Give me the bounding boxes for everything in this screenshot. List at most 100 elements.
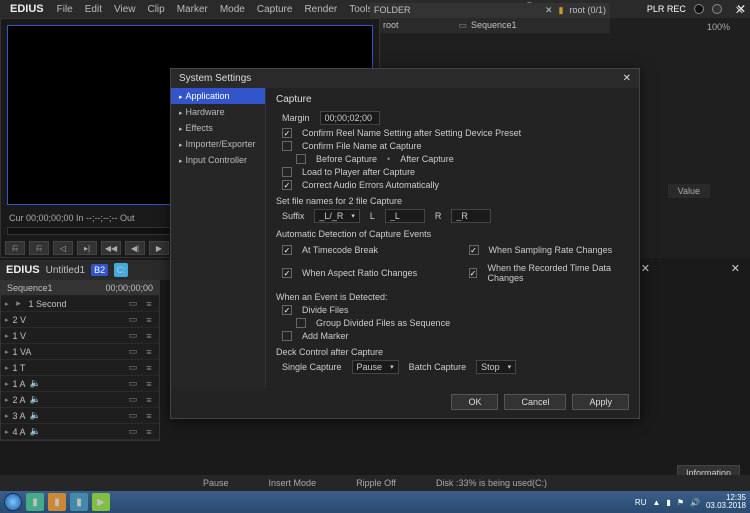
- chk-aspect[interactable]: [282, 268, 292, 278]
- chk-add-marker[interactable]: [282, 331, 292, 341]
- taskbar-app1-icon[interactable]: ▮: [48, 493, 66, 511]
- mark-in-icon[interactable]: ◁: [53, 241, 73, 255]
- track-row[interactable]: ▸1 VA▭≡: [1, 344, 159, 360]
- track-lock-icon[interactable]: ≡: [143, 363, 155, 373]
- track-label: 2 V: [13, 315, 27, 325]
- taskbar-edius-icon[interactable]: ▶: [92, 493, 110, 511]
- track-lock-icon[interactable]: ≡: [143, 379, 155, 389]
- track-mute-icon[interactable]: ▭: [127, 330, 139, 341]
- taskbar-explorer-icon[interactable]: ▮: [26, 493, 44, 511]
- single-capture-select[interactable]: Pause: [352, 360, 399, 374]
- margin-input[interactable]: [320, 111, 380, 125]
- language-indicator[interactable]: RU: [635, 498, 647, 507]
- prev-frame-icon[interactable]: ◀|: [125, 241, 145, 255]
- folder-close-icon[interactable]: ✕: [545, 5, 553, 16]
- taskbar-app2-icon[interactable]: ▮: [70, 493, 88, 511]
- track-row[interactable]: ▸1 A🔈▭≡: [1, 376, 159, 392]
- cancel-button[interactable]: Cancel: [504, 394, 566, 410]
- track-row[interactable]: ▸3 A🔈▭≡: [1, 408, 159, 424]
- edit-action1-icon[interactable]: ⎌: [5, 241, 25, 255]
- chk-sampling[interactable]: [469, 245, 479, 255]
- chk-audio-errors[interactable]: [282, 180, 292, 190]
- track-mute-icon[interactable]: ▭: [127, 378, 139, 389]
- bin-close-icon[interactable]: ✕: [735, 4, 744, 17]
- windows-taskbar: ▮ ▮ ▮ ▶ RU ▲ ▮ ⚑ 🔊 12:35 03.03.2018: [0, 491, 750, 513]
- play-icon[interactable]: ▶: [149, 241, 169, 255]
- ok-button[interactable]: OK: [451, 394, 498, 410]
- menu-edit[interactable]: Edit: [80, 4, 107, 15]
- track-mute-icon[interactable]: ▭: [127, 346, 139, 357]
- menu-render[interactable]: Render: [299, 4, 342, 15]
- tray-flag-icon[interactable]: ▲: [652, 498, 660, 507]
- step-back-icon[interactable]: ▸|: [77, 241, 97, 255]
- track-lock-icon[interactable]: ≡: [143, 411, 155, 421]
- dialog-close-icon[interactable]: ✕: [623, 73, 631, 84]
- track-mute-icon[interactable]: ▭: [127, 426, 139, 437]
- system-clock[interactable]: 12:35 03.03.2018: [706, 494, 746, 510]
- l-suffix-input[interactable]: [385, 209, 425, 223]
- record-indicator-icon[interactable]: [694, 4, 704, 14]
- b2-badge[interactable]: B2: [91, 264, 108, 276]
- track-lock-icon[interactable]: ≡: [143, 315, 155, 325]
- chk-group-divided[interactable]: [296, 318, 306, 328]
- tray-action-center-icon[interactable]: ▮: [666, 498, 670, 507]
- track-speaker-icon[interactable]: 🔈: [30, 426, 42, 437]
- chk-divide-files[interactable]: [282, 305, 292, 315]
- chk-recorded[interactable]: [469, 268, 478, 278]
- track-row[interactable]: ▸▸1 Second▭≡: [1, 296, 159, 312]
- suffix-label: Suffix: [282, 211, 304, 221]
- zoom-percent[interactable]: 100%: [707, 22, 730, 32]
- record-indicator2-icon[interactable]: [712, 4, 722, 14]
- track-lock-icon[interactable]: ≡: [143, 427, 155, 437]
- nav-hardware[interactable]: ▸Hardware: [171, 104, 265, 120]
- c-toggle-icon[interactable]: C:: [114, 263, 128, 277]
- radio-before-capture[interactable]: [296, 154, 306, 164]
- chk-tcbreak[interactable]: [282, 245, 292, 255]
- menu-view[interactable]: View: [109, 4, 141, 15]
- edit-action2-icon[interactable]: ⎌: [29, 241, 49, 255]
- track-mute-icon[interactable]: ▭: [127, 394, 139, 405]
- chk-reel-name[interactable]: [282, 128, 292, 138]
- track-lock-icon[interactable]: ≡: [143, 347, 155, 357]
- nav-application[interactable]: ▸Application: [171, 88, 265, 104]
- tray-network-icon[interactable]: ⚑: [677, 498, 684, 507]
- rewind-icon[interactable]: ◀◀: [101, 241, 121, 255]
- chk-load-player[interactable]: [282, 167, 292, 177]
- track-mute-icon[interactable]: ▭: [127, 314, 139, 325]
- menu-marker[interactable]: Marker: [172, 4, 213, 15]
- timeline-close-icon[interactable]: ✕: [641, 262, 650, 275]
- menu-capture[interactable]: Capture: [252, 4, 298, 15]
- track-speaker-icon[interactable]: 🔈: [30, 378, 42, 389]
- panel-close-icon[interactable]: ✕: [731, 262, 740, 275]
- menu-mode[interactable]: Mode: [215, 4, 250, 15]
- suffix-select[interactable]: _L/_R: [314, 209, 360, 223]
- r-suffix-input[interactable]: [451, 209, 491, 223]
- track-row[interactable]: ▸2 A🔈▭≡: [1, 392, 159, 408]
- tray-volume-icon[interactable]: 🔊: [690, 498, 700, 507]
- apply-button[interactable]: Apply: [572, 394, 629, 410]
- nav-importer-exporter[interactable]: ▸Importer/Exporter: [171, 136, 265, 152]
- chk-filename[interactable]: [282, 141, 292, 151]
- track-lock-icon[interactable]: ≡: [143, 299, 155, 309]
- sequence-tab[interactable]: Sequence1: [7, 283, 53, 293]
- track-row[interactable]: ▸2 V▭≡: [1, 312, 159, 328]
- track-mute-icon[interactable]: ▭: [127, 362, 139, 373]
- track-lock-icon[interactable]: ≡: [143, 395, 155, 405]
- track-mute-icon[interactable]: ▭: [127, 298, 139, 309]
- track-speaker-icon[interactable]: 🔈: [30, 394, 42, 405]
- track-label: 1 A: [13, 379, 26, 389]
- track-patch-icon[interactable]: ▸: [13, 298, 25, 309]
- start-button-icon[interactable]: [4, 493, 22, 511]
- folder-root-row[interactable]: ▮ root ▭ Sequence1: [370, 18, 610, 34]
- track-row[interactable]: ▸4 A🔈▭≡: [1, 424, 159, 440]
- track-row[interactable]: ▸1 V▭≡: [1, 328, 159, 344]
- track-lock-icon[interactable]: ≡: [143, 331, 155, 341]
- nav-input-controller[interactable]: ▸Input Controller: [171, 152, 265, 168]
- batch-capture-select[interactable]: Stop: [476, 360, 516, 374]
- menu-clip[interactable]: Clip: [142, 4, 169, 15]
- nav-effects[interactable]: ▸Effects: [171, 120, 265, 136]
- track-row[interactable]: ▸1 T▭≡: [1, 360, 159, 376]
- menu-file[interactable]: File: [52, 4, 78, 15]
- track-mute-icon[interactable]: ▭: [127, 410, 139, 421]
- track-speaker-icon[interactable]: 🔈: [30, 410, 42, 421]
